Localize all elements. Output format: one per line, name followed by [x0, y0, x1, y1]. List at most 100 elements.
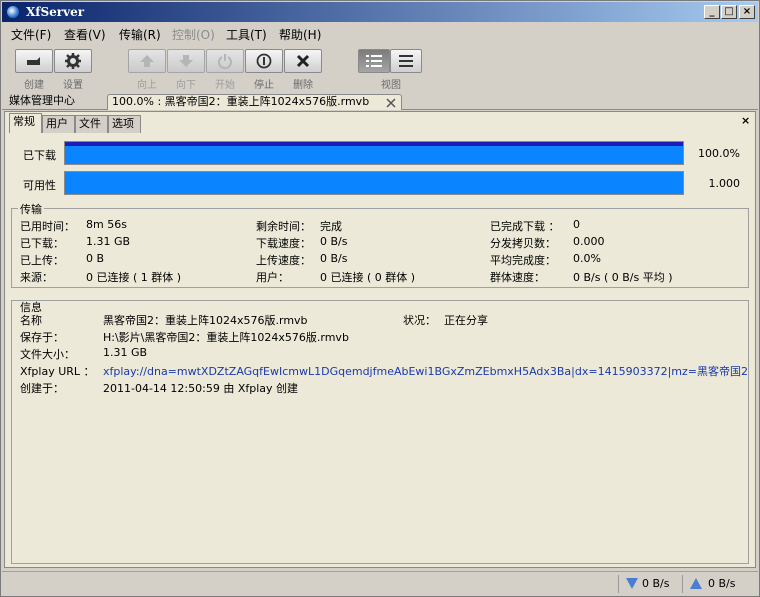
swarm-speed-value: 0 B/s ( 0 B/s 平均 )	[573, 271, 673, 284]
downloaded-bar	[64, 141, 684, 165]
start-label: 开始	[215, 80, 235, 91]
menu-help[interactable]: 帮助(H)	[279, 26, 321, 43]
toolbar: 创建 设置 向上 向下 开始 停止 删除 视图	[2, 45, 758, 93]
download-speed-status: 0 B/s	[642, 577, 670, 590]
view-compact-button[interactable]	[390, 49, 422, 73]
stop-button[interactable]	[245, 49, 283, 73]
xfplay-url-link[interactable]: xfplay://dna=mwtXDZtZAGqfEwIcmwL1DGqemdj…	[103, 363, 748, 379]
save-path-value: H:\影片\黑客帝国2：重装上阵1024x576版.rmvb	[103, 331, 349, 344]
view-list-button[interactable]	[358, 49, 390, 73]
status-separator	[618, 575, 619, 593]
status-value: 正在分享	[444, 314, 488, 327]
delete-button[interactable]	[284, 49, 322, 73]
delete-icon	[296, 54, 310, 68]
availability-label: 可用性	[23, 179, 56, 192]
arrow-up-icon	[140, 55, 154, 67]
title-bar[interactable]: XfServer _ □ ×	[2, 2, 758, 22]
average-completion-value: 0.0%	[573, 252, 601, 265]
elapsed-label: 已用时间：	[20, 220, 75, 233]
move-down-label: 向下	[176, 80, 196, 91]
copies-label: 分发拷贝数：	[490, 237, 556, 250]
info-group: 信息 名称 黑客帝国2：重装上阵1024x576版.rmvb 状况： 正在分享 …	[11, 300, 749, 564]
close-panel-icon[interactable]: ×	[741, 114, 750, 127]
info-stop-icon	[256, 53, 272, 69]
close-button[interactable]: ×	[739, 5, 755, 19]
elapsed-value: 8m 56s	[86, 218, 127, 231]
completed-downloads-label: 已完成下载 ：	[490, 220, 560, 233]
view-label: 视图	[381, 80, 401, 91]
minimize-button[interactable]: _	[704, 5, 720, 19]
file-size-label: 文件大小：	[20, 348, 75, 361]
completed-downloads-value: 0	[573, 218, 580, 231]
create-button[interactable]	[15, 49, 53, 73]
task-detail-panel: 常规 用户 文件 选项 × 已下载 100.0% 可用性 1.000 传输 已用…	[4, 111, 756, 568]
menu-view[interactable]: 查看(V)	[64, 26, 106, 43]
downloaded-total-value: 1.31 GB	[86, 235, 131, 248]
settings-label: 设置	[63, 80, 83, 91]
tab-general[interactable]: 常规	[9, 113, 42, 133]
tab-task[interactable]: 100.0% : 黑客帝国2：重装上阵1024x576版.rmvb	[107, 94, 402, 110]
source-label: 来源：	[20, 271, 53, 284]
availability-bar-fill	[65, 172, 683, 194]
tab-options[interactable]: 选项	[108, 115, 141, 133]
downloaded-label: 已下载	[23, 149, 56, 162]
upload-arrow-icon	[690, 578, 702, 589]
created-value: 2011-04-14 12:50:59 由 Xfplay 创建	[103, 382, 299, 395]
downloaded-value: 100.0%	[698, 147, 740, 160]
users-value: 0 已连接 ( 0 群体 )	[320, 271, 416, 284]
downloaded-total-label: 已下载：	[20, 237, 64, 250]
download-speed-label: 下载速度：	[256, 237, 311, 250]
copies-value: 0.000	[573, 235, 605, 248]
tab-files[interactable]: 文件	[75, 115, 108, 133]
detail-view-icon	[366, 55, 382, 67]
close-tab-icon[interactable]	[386, 98, 396, 108]
file-name-value: 黑客帝国2：重装上阵1024x576版.rmvb	[103, 314, 308, 327]
save-path-label: 保存于：	[20, 331, 64, 344]
remaining-label: 剩余时间：	[256, 220, 311, 233]
start-button[interactable]	[206, 49, 244, 73]
move-up-button[interactable]	[128, 49, 166, 73]
uploaded-value: 0 B	[86, 252, 105, 265]
swarm-speed-label: 群体速度：	[490, 271, 545, 284]
average-completion-label: 平均完成度：	[490, 254, 556, 267]
uploaded-label: 已上传：	[20, 254, 64, 267]
menu-file[interactable]: 文件(F)	[11, 26, 51, 43]
window-title: XfServer	[26, 5, 85, 19]
status-bar: 0 B/s 0 B/s	[2, 571, 758, 595]
move-up-label: 向上	[137, 80, 157, 91]
menu-tools[interactable]: 工具(T)	[226, 26, 267, 43]
create-icon	[27, 57, 40, 65]
list-view-icon	[399, 55, 413, 67]
upload-speed-status: 0 B/s	[708, 577, 736, 590]
document-tabs: 媒体管理中心 100.0% : 黑客帝国2：重装上阵1024x576版.rmvb	[2, 94, 758, 110]
arrow-down-icon	[179, 55, 193, 67]
settings-button[interactable]	[54, 49, 92, 73]
menu-transfer[interactable]: 传输(R)	[119, 26, 161, 43]
file-name-label: 名称	[20, 314, 42, 327]
menu-bar: 文件(F) 查看(V) 传输(R) 控制(O) 工具(T) 帮助(H)	[2, 23, 758, 43]
delete-label: 删除	[293, 80, 313, 91]
menu-control[interactable]: 控制(O)	[172, 26, 215, 43]
downloaded-bar-top-band	[65, 142, 683, 146]
transfer-group: 传输 已用时间： 8m 56s 剩余时间： 完成 已完成下载 ： 0 已下载： …	[11, 201, 749, 288]
upload-speed-value: 0 B/s	[320, 252, 348, 265]
app-logo-icon	[6, 5, 20, 19]
created-label: 创建于：	[20, 382, 64, 395]
source-value: 0 已连接 ( 1 群体 )	[86, 271, 182, 284]
availability-value: 1.000	[708, 177, 741, 190]
users-label: 用户：	[256, 271, 289, 284]
status-label: 状况：	[403, 314, 436, 327]
upload-speed-label: 上传速度：	[256, 254, 311, 267]
tab-users[interactable]: 用户	[42, 115, 75, 133]
move-down-button[interactable]	[167, 49, 205, 73]
download-speed-value: 0 B/s	[320, 235, 348, 248]
app-window: XfServer _ □ × 文件(F) 查看(V) 传输(R) 控制(O) 工…	[0, 0, 760, 597]
gear-icon	[65, 53, 81, 69]
file-size-value: 1.31 GB	[103, 346, 148, 359]
tab-media-center[interactable]: 媒体管理中心	[5, 94, 79, 110]
tab-task-label: 100.0% : 黑客帝国2：重装上阵1024x576版.rmvb	[112, 95, 370, 108]
maximize-button[interactable]: □	[721, 5, 737, 19]
availability-bar	[64, 171, 684, 195]
power-icon	[218, 54, 232, 69]
transfer-group-title: 传输	[18, 201, 44, 217]
